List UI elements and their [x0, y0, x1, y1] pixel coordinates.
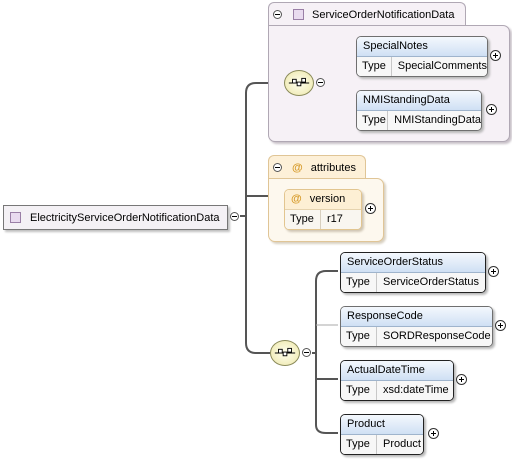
element-name: ActualDateTime	[341, 361, 453, 381]
type-value: SORDResponseCode	[383, 330, 491, 342]
expand-version-icon[interactable]	[365, 203, 376, 214]
type-value: Product	[383, 438, 421, 450]
element-name: NMIStandingData	[357, 91, 481, 111]
expand-response-code-icon[interactable]	[495, 320, 506, 331]
attributes-header[interactable]: @ attributes	[268, 155, 366, 179]
type-label: Type	[341, 273, 377, 292]
type-value: ServiceOrderStatus	[383, 276, 479, 288]
element-icon	[10, 212, 21, 223]
group-header[interactable]: ServiceOrderNotificationData	[268, 2, 466, 26]
element-name: ResponseCode	[341, 307, 492, 327]
sequence-icon	[274, 347, 296, 357]
attribute-version[interactable]: @ version Type r17	[284, 189, 362, 230]
element-service-order-status[interactable]: ServiceOrderStatus Type ServiceOrderStat…	[340, 252, 486, 293]
expand-actual-date-time-icon[interactable]	[456, 374, 467, 385]
element-name: ServiceOrderStatus	[341, 253, 485, 273]
sequence-compositor-top[interactable]	[284, 70, 314, 96]
element-response-code[interactable]: ResponseCode Type SORDResponseCode	[340, 306, 493, 347]
type-label: Type	[285, 210, 321, 229]
root-element-label: ElectricityServiceOrderNotificationData	[30, 211, 220, 224]
type-value: xsd:dateTime	[383, 384, 449, 396]
expand-special-notes-icon[interactable]	[490, 50, 501, 61]
type-label: Type	[357, 57, 392, 76]
element-actual-date-time[interactable]: ActualDateTime Type xsd:dateTime	[340, 360, 454, 401]
type-value: NMIStandingData	[394, 114, 481, 126]
element-nmi-standing-data[interactable]: NMIStandingData Type NMIStandingData	[356, 90, 482, 131]
element-product[interactable]: Product Type Product	[340, 414, 424, 455]
element-name: SpecialNotes	[357, 37, 487, 57]
element-name: Product	[341, 415, 423, 435]
collapse-sequence-top-icon[interactable]	[316, 78, 325, 87]
root-element[interactable]: ElectricityServiceOrderNotificationData	[3, 205, 228, 230]
attribute-name: version	[309, 193, 346, 205]
collapse-root-icon[interactable]	[230, 212, 239, 221]
type-label: Type	[341, 381, 377, 400]
sequence-icon	[288, 77, 310, 87]
expand-nmi-standing-data-icon[interactable]	[486, 104, 497, 115]
type-label: Type	[357, 111, 389, 130]
sequence-compositor-bottom[interactable]	[270, 340, 300, 366]
collapse-group-icon[interactable]	[273, 10, 282, 19]
element-special-notes[interactable]: SpecialNotes Type SpecialComments	[356, 36, 488, 77]
type-label: Type	[341, 327, 377, 346]
attribute-icon: @	[291, 193, 302, 205]
group-label: ServiceOrderNotificationData	[312, 8, 455, 21]
expand-service-order-status-icon[interactable]	[488, 266, 499, 277]
type-label: Type	[341, 435, 377, 454]
collapse-sequence-bottom-icon[interactable]	[302, 348, 311, 357]
type-value: r17	[327, 213, 343, 225]
attributes-label: attributes	[310, 161, 356, 174]
attribute-icon: @	[292, 161, 303, 174]
type-value: SpecialComments	[397, 60, 487, 72]
expand-product-icon[interactable]	[428, 428, 439, 439]
collapse-attributes-icon[interactable]	[273, 163, 282, 172]
group-icon	[293, 9, 304, 20]
